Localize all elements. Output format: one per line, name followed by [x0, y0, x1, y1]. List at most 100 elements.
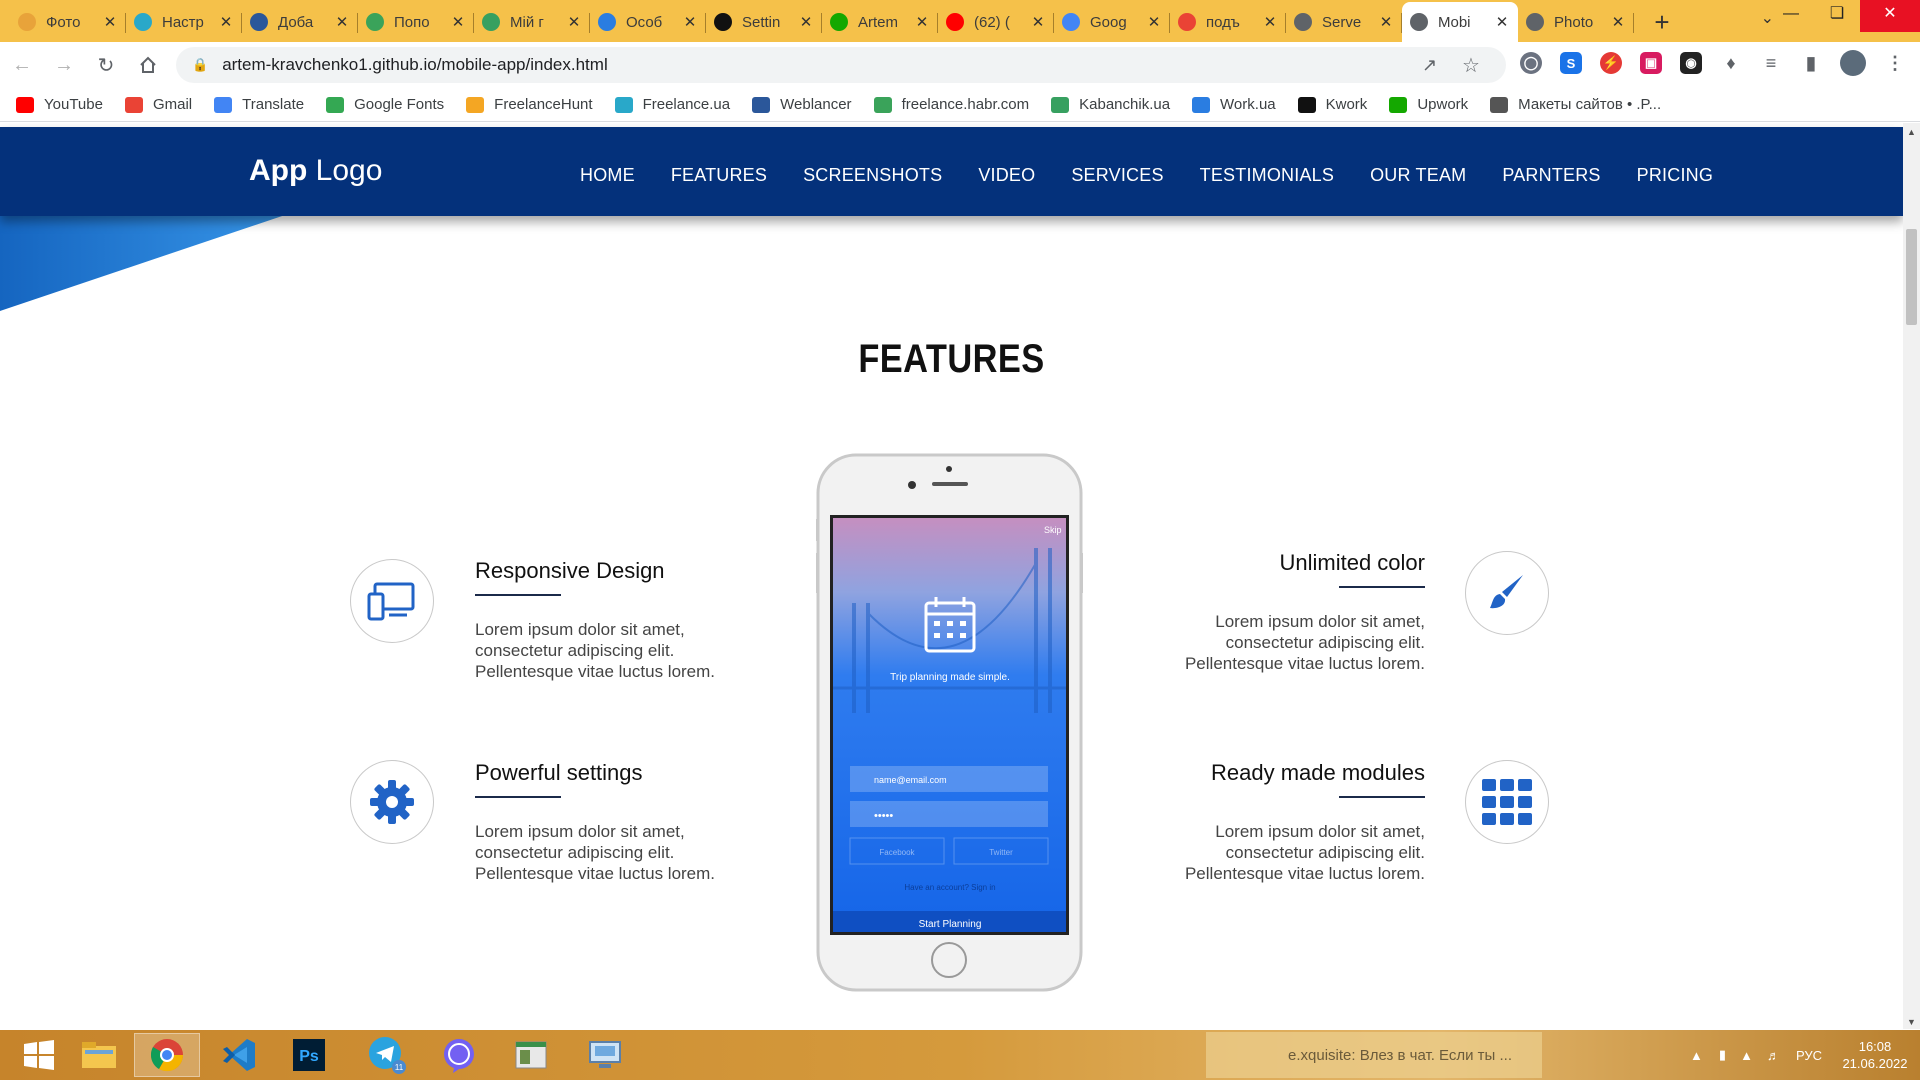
nav-link-home[interactable]: HOME: [580, 165, 635, 186]
reload-button[interactable]: ↻: [86, 47, 126, 83]
bookmark-item[interactable]: Upwork: [1389, 96, 1468, 113]
back-button[interactable]: ←: [2, 47, 42, 83]
file-explorer-icon[interactable]: [66, 1033, 132, 1077]
browser-tab[interactable]: Настр ✕: [126, 2, 242, 42]
phone-password-field: •••••: [874, 810, 893, 822]
close-tab-icon[interactable]: ✕: [334, 13, 350, 31]
feature-text: Lorem ipsum dolor sit amet, consectetur a…: [1184, 612, 1425, 673]
remote-desktop-icon[interactable]: [572, 1033, 638, 1077]
bookmark-item[interactable]: Weblancer: [752, 96, 852, 113]
browser-tab[interactable]: Photo ✕: [1518, 2, 1634, 42]
close-tab-icon[interactable]: ✕: [102, 13, 118, 31]
scrollbar-thumb[interactable]: [1906, 229, 1917, 325]
nav-link-features[interactable]: FEATURES: [671, 165, 767, 186]
forward-button[interactable]: →: [44, 47, 84, 83]
chat-notification[interactable]: e.xquisite: Влез в чат. Если ты ...: [1206, 1032, 1542, 1078]
browser-tab[interactable]: (62) (✕: [938, 2, 1054, 42]
scroll-down-arrow-icon[interactable]: ▼: [1903, 1017, 1920, 1027]
browser-menu-icon[interactable]: ⋮: [1884, 52, 1906, 74]
bookmark-item[interactable]: Kwork: [1297, 96, 1367, 113]
browser-tab[interactable]: Особ ✕: [590, 2, 706, 42]
close-tab-icon[interactable]: ✕: [1494, 13, 1510, 31]
bookmark-item[interactable]: Google Fonts: [326, 96, 444, 113]
clock[interactable]: 16:08 21.06.2022: [1830, 1038, 1920, 1072]
close-tab-icon[interactable]: ✕: [1610, 13, 1626, 31]
tray-expand-icon[interactable]: ▲: [1690, 1048, 1703, 1063]
browser-tab[interactable]: Доба ✕: [242, 2, 358, 42]
bookmark-item[interactable]: FreelanceHunt: [466, 96, 593, 113]
reading-list-icon[interactable]: ≡: [1760, 52, 1782, 74]
close-tab-icon[interactable]: ✕: [682, 13, 698, 31]
nav-link-services[interactable]: SERVICES: [1071, 165, 1163, 186]
bookmark-item[interactable]: freelance.habr.com: [873, 96, 1029, 113]
tab-strip: Фото ✕ Настр ✕ Доба ✕ Попо ✕ Мій г ✕ Особ ✕ Settin ✕ A…: [0, 0, 1920, 42]
bolt-extension-icon[interactable]: ⚡: [1600, 52, 1622, 74]
browser-tab[interactable]: Мій г ✕: [474, 2, 590, 42]
close-tab-icon[interactable]: ✕: [798, 13, 814, 31]
close-tab-icon[interactable]: ✕: [1262, 13, 1278, 31]
browser-tab[interactable]: Фото ✕: [10, 2, 126, 42]
app-logo[interactable]: App Logo: [249, 154, 382, 188]
nav-link-pricing[interactable]: PRICING: [1637, 165, 1713, 186]
nav-link-video[interactable]: VIDEO: [978, 165, 1035, 186]
maximize-icon[interactable]: ❏: [1814, 0, 1860, 32]
s-extension-icon[interactable]: S: [1560, 52, 1582, 74]
page-scrollbar[interactable]: ▲ ▼: [1903, 123, 1920, 1029]
close-tab-icon[interactable]: ✕: [1030, 13, 1046, 31]
nav-link-our-team[interactable]: OUR TEAM: [1370, 165, 1466, 186]
bookmark-item[interactable]: YouTube: [16, 96, 103, 113]
home-button[interactable]: [128, 47, 168, 83]
side-panel-icon[interactable]: ▮: [1800, 52, 1822, 74]
bookmark-item[interactable]: Макеты сайтов • .P...: [1490, 96, 1661, 113]
share-icon[interactable]: ↗: [1422, 55, 1437, 76]
close-tab-icon[interactable]: ✕: [566, 13, 582, 31]
close-tab-icon[interactable]: ✕: [1146, 13, 1162, 31]
bookmark-star-icon[interactable]: ☆: [1462, 53, 1480, 78]
feature-text: Lorem ipsum dolor sit amet, consectetur a…: [475, 822, 716, 883]
browser-tab[interactable]: подъ ✕: [1170, 2, 1286, 42]
browser-tab[interactable]: Goog ✕: [1054, 2, 1170, 42]
extensions-puzzle-icon[interactable]: ♦: [1720, 52, 1742, 74]
browser-tab[interactable]: Попо ✕: [358, 2, 474, 42]
glasses-extension-icon[interactable]: ◉: [1680, 52, 1702, 74]
browser-tab[interactable]: Serve ✕: [1286, 2, 1402, 42]
viber-icon[interactable]: [426, 1033, 492, 1077]
language-indicator[interactable]: РУС: [1796, 1048, 1822, 1063]
new-tab-button[interactable]: +: [1642, 2, 1682, 42]
telegram-icon[interactable]: 11: [354, 1033, 420, 1077]
browser-tab[interactable]: Mobi ✕: [1402, 2, 1518, 42]
chrome-icon[interactable]: [134, 1033, 200, 1077]
shield-extension-icon[interactable]: ◯: [1520, 52, 1542, 74]
vscode-icon[interactable]: [206, 1033, 272, 1077]
scroll-up-arrow-icon[interactable]: ▲: [1903, 127, 1920, 137]
browser-tab[interactable]: Artem ✕: [822, 2, 938, 42]
notepad-icon[interactable]: [498, 1033, 564, 1077]
telegram-badge: 11: [395, 1063, 404, 1072]
browser-tab[interactable]: Settin ✕: [706, 2, 822, 42]
close-tab-icon[interactable]: ✕: [914, 13, 930, 31]
nav-link-screenshots[interactable]: SCREENSHOTS: [803, 165, 942, 186]
close-tab-icon[interactable]: ✕: [450, 13, 466, 31]
bookmark-item[interactable]: Translate: [214, 96, 304, 113]
photo-app-icon: [18, 13, 36, 31]
photoshop-icon[interactable]: Ps: [276, 1033, 342, 1077]
close-tab-icon[interactable]: ✕: [1378, 13, 1394, 31]
bookmark-item[interactable]: Kabanchik.ua: [1051, 96, 1170, 113]
volume-icon[interactable]: ♬: [1767, 1048, 1780, 1063]
close-tab-icon[interactable]: ✕: [218, 13, 234, 31]
battery-icon[interactable]: ▮: [1719, 1047, 1726, 1063]
start-button[interactable]: [6, 1033, 72, 1077]
minimize-icon[interactable]: —: [1768, 0, 1814, 32]
bookmark-item[interactable]: Work.ua: [1192, 96, 1276, 113]
profile-avatar[interactable]: [1840, 50, 1866, 76]
bookmark-item[interactable]: Gmail: [124, 96, 192, 113]
network-signal-icon[interactable]: ▲: [1740, 1048, 1753, 1063]
google-icon: [1178, 13, 1196, 31]
gift-extension-icon[interactable]: ▣: [1640, 52, 1662, 74]
bookmark-item[interactable]: Freelance.ua: [614, 96, 730, 113]
nav-link-parnters[interactable]: PARNTERS: [1502, 165, 1600, 186]
address-bar[interactable]: 🔒 artem-kravchenko1.github.io/mobile-app…: [176, 47, 1506, 83]
close-window-icon[interactable]: ✕: [1860, 0, 1920, 32]
lock-icon[interactable]: 🔒: [192, 57, 208, 73]
nav-link-testimonials[interactable]: TESTIMONIALS: [1200, 165, 1334, 186]
